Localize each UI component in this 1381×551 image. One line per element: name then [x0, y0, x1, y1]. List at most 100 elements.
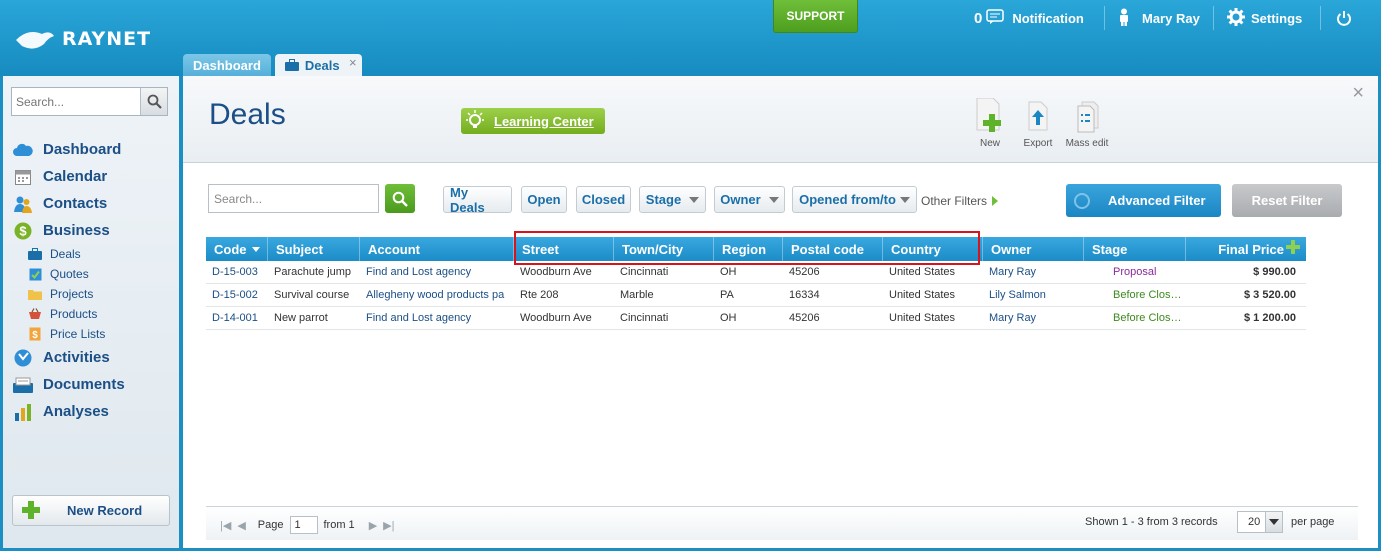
filter-stage-dropdown[interactable]: Stage — [639, 186, 706, 213]
cell-code[interactable]: D-15-003 — [206, 266, 268, 278]
first-page-icon[interactable]: |◀ — [220, 519, 231, 532]
notification-link[interactable]: 0 Notification — [974, 0, 1084, 36]
topnav-separator — [1104, 0, 1105, 36]
sidebar-item-label: Calendar — [43, 168, 108, 185]
sidebar-item-activities[interactable]: Activities — [13, 344, 173, 371]
new-record-label: New Record — [67, 503, 143, 518]
filter-search-input[interactable]: Search... — [208, 184, 379, 213]
sidebar-item-label: Business — [43, 222, 110, 239]
new-record-button[interactable]: New Record — [12, 495, 170, 526]
previous-page-icon[interactable]: ◀ — [237, 519, 245, 532]
sidebar-item-price-lists[interactable]: $ Price Lists — [28, 324, 173, 344]
sidebar-subitem-label: Projects — [50, 287, 94, 301]
add-column-icon[interactable] — [1286, 240, 1300, 254]
cell-code[interactable]: D-15-002 — [206, 289, 268, 301]
settings-label: Settings — [1251, 10, 1303, 26]
sidebar-item-quotes[interactable]: Quotes — [28, 264, 173, 284]
advanced-filter-button[interactable]: Advanced Filter — [1066, 184, 1221, 217]
support-button[interactable]: SUPPORT — [773, 0, 858, 33]
table-footer: |◀ ◀ Page 1 from 1 ▶ ▶| Shown 1 - 3 from… — [206, 506, 1358, 540]
last-page-icon[interactable]: ▶| — [383, 519, 394, 532]
bar-chart-icon — [13, 403, 33, 421]
column-label: Code — [214, 241, 247, 257]
sidebar-item-calendar[interactable]: Calendar — [13, 163, 173, 190]
dollar-icon: $ — [13, 222, 33, 240]
topnav-separator — [1320, 0, 1321, 36]
cell-postal-code: 45206 — [789, 312, 820, 324]
mass-edit-button[interactable]: Mass edit — [1062, 98, 1112, 149]
cell-code[interactable]: D-14-001 — [206, 312, 268, 324]
mass-edit-button-label: Mass edit — [1065, 138, 1109, 149]
column-header-account[interactable]: Account — [360, 237, 514, 261]
other-filters-link[interactable]: Other Filters — [921, 194, 999, 208]
column-header-stage[interactable]: Stage — [1084, 237, 1186, 261]
logo-icon — [14, 26, 56, 52]
tab-dashboard[interactable]: Dashboard — [183, 54, 271, 76]
filter-opened-label: Opened from/to — [799, 192, 896, 207]
sidebar-item-documents[interactable]: Documents — [13, 371, 173, 398]
cell-account[interactable]: Find and Lost agency — [360, 312, 514, 324]
cell-owner[interactable]: Lily Salmon — [983, 289, 1084, 301]
basket-icon — [28, 308, 42, 321]
cell-street: Woodburn Ave — [520, 312, 592, 324]
close-icon[interactable]: × — [1352, 82, 1364, 105]
column-header-code[interactable]: Code — [206, 237, 268, 261]
filter-open[interactable]: Open — [521, 186, 567, 213]
cell-subject: Parachute jump — [274, 266, 352, 278]
sidebar-search-input[interactable] — [12, 88, 140, 115]
learning-center-button[interactable]: Learning Center — [461, 108, 605, 134]
export-icon — [1023, 98, 1053, 134]
user-menu[interactable]: Mary Ray — [1118, 0, 1200, 36]
column-header-owner[interactable]: Owner — [983, 237, 1084, 261]
cell-town-city: Cincinnati — [620, 266, 669, 278]
per-page-select[interactable]: 20 — [1237, 511, 1283, 533]
column-header-subject[interactable]: Subject — [268, 237, 360, 261]
cell-owner[interactable]: Mary Ray — [983, 266, 1084, 278]
sidebar-item-analyses[interactable]: Analyses — [13, 398, 173, 425]
search-button[interactable] — [385, 184, 415, 213]
raynet-logo[interactable]: RAYNET — [14, 24, 151, 54]
tab-deals-label: Deals — [304, 57, 340, 73]
sidebar-item-products[interactable]: Products — [28, 304, 173, 324]
cell-country: United States — [889, 312, 956, 324]
tab-close-icon[interactable]: × — [349, 55, 357, 70]
new-button[interactable]: New — [965, 97, 1015, 149]
briefcase-icon — [284, 59, 299, 71]
power-icon[interactable] — [1336, 0, 1352, 36]
search-icon[interactable] — [140, 88, 167, 115]
page-number-input[interactable]: 1 — [289, 516, 318, 534]
cell-final-price: $ 1 200.00 — [1244, 312, 1296, 324]
cell-account[interactable]: Find and Lost agency — [360, 266, 514, 278]
export-button[interactable]: Export — [1013, 98, 1063, 149]
cell-country: United States — [889, 289, 956, 301]
lightbulb-icon — [461, 108, 489, 134]
calendar-icon — [13, 168, 33, 186]
reset-filter-button[interactable]: Reset Filter — [1232, 184, 1342, 217]
sidebar-item-label: Dashboard — [43, 141, 122, 158]
cell-stage: Before Clos… — [1113, 312, 1182, 324]
per-page-label: per page — [1291, 516, 1335, 528]
sidebar-search — [11, 87, 168, 116]
filter-my-deals[interactable]: My Deals — [443, 185, 512, 215]
sidebar-item-deals[interactable]: Deals — [28, 244, 173, 264]
tab-deals[interactable]: Deals × — [274, 54, 362, 76]
filter-opened-dropdown[interactable]: Opened from/to — [792, 186, 917, 213]
sidebar-item-business[interactable]: $ Business — [13, 217, 173, 244]
filter-closed[interactable]: Closed — [576, 186, 631, 213]
table-row[interactable]: D-15-002 Survival course Allegheny wood pr… — [206, 284, 1306, 307]
sidebar-item-contacts[interactable]: Contacts — [13, 190, 173, 217]
settings-link[interactable]: Settings — [1227, 0, 1302, 36]
sidebar-item-projects[interactable]: Projects — [28, 284, 173, 304]
sidebar-item-dashboard[interactable]: Dashboard — [13, 136, 173, 163]
next-page-icon[interactable]: ▶ — [369, 519, 377, 532]
cell-account[interactable]: Allegheny wood products pa — [360, 289, 514, 301]
cell-street: Rte 208 — [520, 289, 559, 301]
cell-country: United States — [889, 266, 956, 278]
cell-subject: New parrot — [274, 312, 328, 324]
table-row[interactable]: D-14-001 New parrot Find and Lost agency Wo… — [206, 307, 1306, 330]
cell-owner[interactable]: Mary Ray — [983, 312, 1084, 324]
filter-owner-dropdown[interactable]: Owner — [714, 186, 785, 213]
learning-center-label: Learning Center — [494, 113, 594, 129]
per-page-control: 20 per page — [1237, 511, 1334, 533]
sidebar-subitem-label: Deals — [50, 247, 81, 261]
